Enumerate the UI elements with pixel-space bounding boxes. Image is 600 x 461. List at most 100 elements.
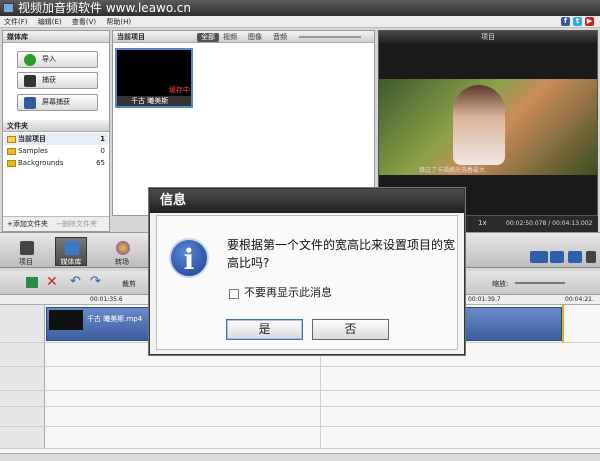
timeline-scrollbar[interactable] — [0, 453, 600, 461]
zoom-slider[interactable] — [515, 282, 565, 284]
import-label: 导入 — [42, 55, 56, 63]
playback-time: 00:02:50.078 / 00:04:13.002 — [506, 220, 593, 227]
dialog-body: i 要根据第一个文件的宽高比来设置项目的宽高比吗? 不要再显示此消息 是 否 — [156, 215, 458, 350]
caching-status: 缓存中 — [169, 86, 190, 94]
facebook-icon[interactable]: f — [561, 17, 570, 26]
transition-icon — [116, 241, 130, 255]
menu-help[interactable]: 帮助(H) — [106, 18, 131, 26]
preview-subject — [453, 85, 505, 165]
zoom-label: 缩放: — [492, 280, 509, 288]
folder-count: 65 — [96, 159, 105, 167]
clapper-icon — [20, 241, 34, 255]
delete-icon[interactable]: ✕ — [46, 274, 58, 290]
youtube-icon[interactable]: ▶ — [585, 17, 594, 26]
capture-button[interactable]: 捕获 — [17, 72, 98, 89]
media-library-panel: 媒体库 导入 捕获 屏幕捕获 文件夹 当前项目 1 Samples 0 Back… — [2, 30, 110, 232]
track-divider — [320, 343, 321, 449]
redo-icon[interactable]: ↷ — [90, 274, 101, 289]
filter-audio[interactable]: 音频 — [269, 33, 291, 42]
effects-track — [0, 407, 600, 427]
project-tab-button[interactable]: 项目 — [10, 237, 42, 266]
thumbnail-size-slider[interactable] — [299, 36, 361, 38]
delete-folder-button[interactable]: −删除文件夹 — [56, 220, 97, 228]
info-icon: i — [169, 238, 209, 278]
dont-show-again-label[interactable]: 不要再显示此消息 — [244, 286, 332, 300]
snapshot-icon[interactable] — [530, 251, 548, 263]
folders-header: 文件夹 — [3, 120, 109, 132]
folder-icon — [7, 148, 16, 155]
clip-name: 千古 曦美斯.mp4 — [87, 315, 143, 323]
menu-edit[interactable]: 编辑(E) — [38, 18, 62, 26]
playback-speed-label[interactable]: 1x — [478, 219, 487, 227]
media-thumbnail[interactable]: 缓存中 千古 曦美斯 — [115, 48, 193, 108]
voice-track-header — [0, 427, 45, 448]
plus-icon — [24, 54, 36, 66]
folder-icon — [7, 160, 16, 167]
add-folder-button[interactable]: +添加文件夹 — [7, 220, 48, 228]
dialog-title: 信息 — [150, 189, 464, 213]
ruler-tick: 00:01:35.6 — [90, 296, 123, 303]
filter-image[interactable]: 图像 — [244, 33, 266, 42]
folder-count: 1 — [100, 135, 105, 143]
camera-snapshot-icon[interactable] — [550, 251, 564, 263]
preview-video-frame: 错过了卡福摘光浩春最大 — [379, 79, 597, 175]
ruler-tick: 00:04:21. — [565, 296, 594, 303]
folder-backgrounds[interactable]: Backgrounds 65 — [4, 157, 108, 169]
media-library-tab-label: 媒体库 — [60, 258, 82, 266]
filter-video[interactable]: 视频 — [219, 33, 241, 42]
ruler-tick: 00:01:39.7 — [468, 296, 501, 303]
media-item-name: 千古 曦美斯 — [117, 96, 191, 106]
playhead[interactable] — [562, 305, 564, 343]
fullscreen-icon[interactable] — [586, 251, 596, 263]
menu-file[interactable]: 文件(F) — [4, 18, 28, 26]
clip-thumbnail — [49, 310, 83, 330]
twitter-icon[interactable]: t — [573, 17, 582, 26]
folder-actions: +添加文件夹 −删除文件夹 — [3, 216, 109, 231]
preview-header: 项目 — [379, 31, 597, 43]
folder-count: 0 — [100, 147, 105, 155]
filter-all[interactable]: 全部 — [197, 33, 219, 42]
text-track — [0, 391, 600, 407]
split-icon[interactable] — [26, 277, 38, 288]
video-track-header — [0, 305, 45, 342]
delete-folder-label: 删除文件夹 — [61, 220, 97, 228]
preview-caption: 错过了卡福摘光浩春最大 — [419, 167, 486, 174]
folder-samples[interactable]: Samples 0 — [4, 145, 108, 157]
screen-capture-label: 屏幕捕获 — [42, 98, 70, 106]
add-folder-label: 添加文件夹 — [12, 220, 48, 228]
menu-view[interactable]: 查看(V) — [72, 18, 96, 26]
camera-icon — [24, 75, 36, 87]
transitions-tab-label: 转场 — [115, 258, 129, 266]
trim-button[interactable]: 裁剪 — [122, 279, 136, 289]
project-folder-icon — [7, 136, 16, 143]
transitions-tab-button[interactable]: 转场 — [106, 237, 138, 266]
project-tab-label: 项目 — [19, 258, 33, 266]
info-dialog: 信息 i 要根据第一个文件的宽高比来设置项目的宽高比吗? 不要再显示此消息 是 … — [149, 188, 465, 355]
folder-name: Samples — [18, 147, 48, 155]
folder-name: Backgrounds — [18, 159, 64, 167]
yes-button[interactable]: 是 — [226, 319, 303, 340]
media-grid-icon — [65, 241, 79, 255]
overlay-track-header — [0, 343, 45, 366]
app-icon — [3, 3, 14, 13]
window-title: 视频加音频软件 www.leawo.cn — [18, 1, 192, 15]
screen-capture-button[interactable]: 屏幕捕获 — [17, 94, 98, 111]
no-button[interactable]: 否 — [312, 319, 389, 340]
capture-label: 捕获 — [42, 76, 56, 84]
media-library-tab-button[interactable]: 媒体库 — [55, 237, 87, 266]
import-button[interactable]: 导入 — [17, 51, 98, 68]
dialog-message: 要根据第一个文件的宽高比来设置项目的宽高比吗? — [227, 238, 456, 270]
window-title-bar: 视频加音频软件 www.leawo.cn — [0, 0, 600, 16]
audio-track-header — [0, 367, 45, 390]
screen-capture-icon — [24, 97, 36, 109]
volume-icon[interactable] — [568, 251, 582, 263]
audio-track — [0, 367, 600, 391]
folder-name: 当前项目 — [18, 135, 46, 143]
dont-show-again-checkbox[interactable] — [229, 289, 239, 299]
media-library-header: 媒体库 — [3, 31, 109, 43]
effects-track-header — [0, 407, 45, 426]
text-track-header — [0, 391, 45, 406]
menu-bar: 文件(F) 编辑(E) 查看(V) 帮助(H) — [0, 16, 600, 28]
folder-current-project[interactable]: 当前项目 1 — [4, 133, 108, 145]
undo-icon[interactable]: ↶ — [70, 274, 81, 289]
